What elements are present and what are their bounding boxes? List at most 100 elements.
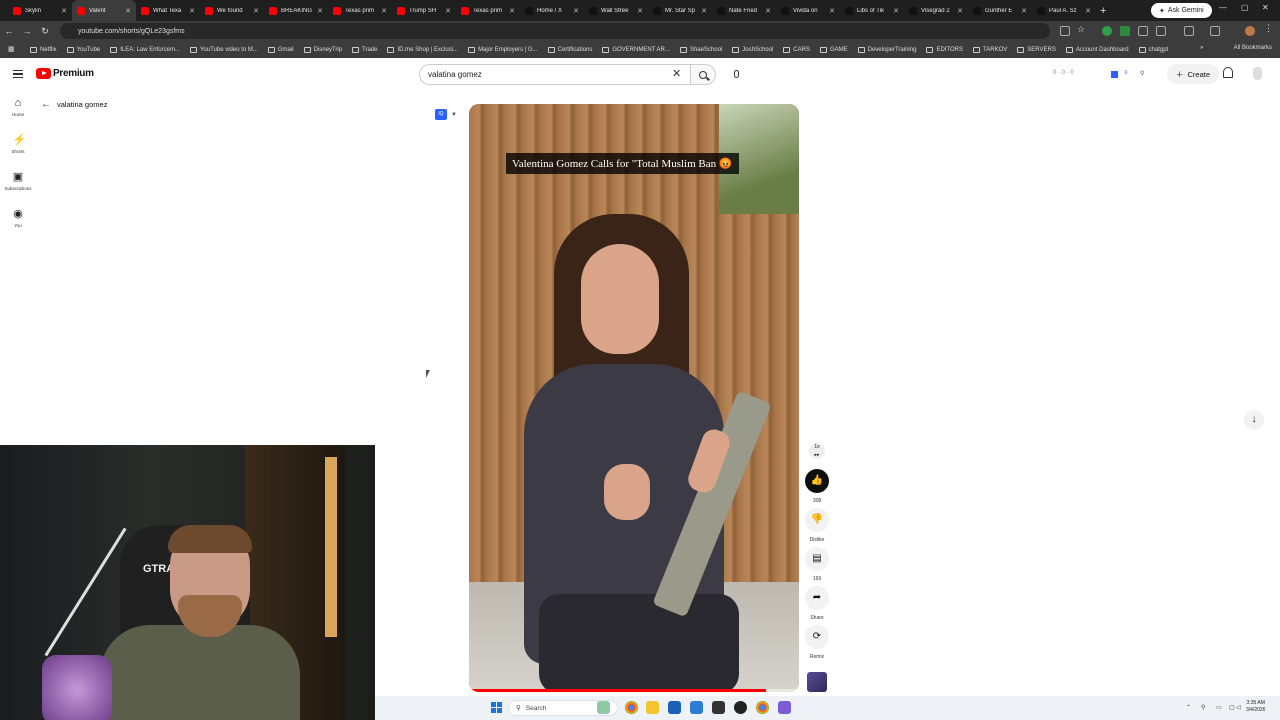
bookmark-item[interactable]: SERVERS	[1017, 46, 1056, 53]
guide-item-shorts[interactable]: ⚡ Shorts	[0, 135, 36, 155]
close-tab-icon[interactable]: ✕	[509, 7, 515, 15]
bookmark-item[interactable]: JoshSchool	[732, 46, 773, 53]
ask-gemini-button[interactable]: ✦ Ask Gemini	[1151, 3, 1212, 18]
split-view-icon[interactable]	[1184, 26, 1194, 36]
search-button[interactable]	[691, 64, 716, 85]
notifications-bell-icon[interactable]	[1222, 67, 1233, 79]
close-tab-icon[interactable]: ✕	[573, 7, 579, 15]
apps-grid-icon[interactable]: ▦	[8, 45, 15, 53]
close-tab-icon[interactable]: ✕	[317, 7, 323, 15]
network-icon[interactable]: ▢	[1229, 704, 1235, 711]
bookmark-item[interactable]: Netflix	[30, 46, 57, 53]
url-field[interactable]: youtube.com/shorts/gQLe23gsfms	[60, 23, 1050, 39]
bookmark-item[interactable]: ID.me Shop | Exclusi...	[387, 46, 458, 53]
volume-icon[interactable]: ◁	[1236, 704, 1241, 711]
close-tab-icon[interactable]: ✕	[445, 7, 451, 15]
bookmark-item[interactable]: Major Employers | G...	[468, 46, 538, 53]
tray-display-icon[interactable]: ▭	[1216, 704, 1222, 711]
bookmark-item[interactable]: Trade	[352, 46, 377, 53]
minimize-icon[interactable]: —	[1219, 3, 1227, 12]
browser-tab[interactable]: Gunther E ✕	[968, 0, 1032, 21]
tray-app-icon[interactable]: ⚲	[1201, 704, 1205, 711]
browser-tab[interactable]: BREAKING ✕	[264, 0, 328, 21]
guide-item-you[interactable]: ◉ You	[0, 209, 36, 229]
share-button[interactable]: ➦ Share	[803, 586, 831, 621]
close-tab-icon[interactable]: ✕	[765, 7, 771, 15]
browser-tab[interactable]: Valent ✕	[72, 0, 136, 21]
guide-item-subscriptions[interactable]: ▣ Subscriptions	[0, 172, 36, 192]
app-black-icon[interactable]	[734, 701, 747, 714]
search-back-row[interactable]: ← valatina gomez	[41, 99, 107, 110]
bookmark-item[interactable]: YouTube	[66, 46, 100, 53]
browser-tab[interactable]: Vivida on ✕	[776, 0, 840, 21]
extension-green-icon[interactable]	[1102, 26, 1112, 36]
close-tab-icon[interactable]: ✕	[893, 7, 899, 15]
bookmark-item[interactable]: DisneyTrip	[303, 46, 342, 53]
browser-tab[interactable]: What Texa ✕	[136, 0, 200, 21]
remix-button[interactable]: ⟳ Remix	[803, 625, 831, 660]
bookmark-item[interactable]: TARKOV	[973, 46, 1007, 53]
close-tab-icon[interactable]: ✕	[957, 7, 963, 15]
more-bookmarks-icon[interactable]: »	[1200, 45, 1203, 51]
create-button[interactable]: ＋ Create	[1167, 64, 1220, 84]
browser-tab[interactable]: Visegrád 2 ✕	[904, 0, 968, 21]
browser-tab[interactable]: Paul A. Sz ✕	[1032, 0, 1096, 21]
bookmark-item[interactable]: Account Dashboard	[1065, 46, 1129, 53]
youtube-logo-icon[interactable]	[36, 68, 51, 79]
playback-speed-button[interactable]: 1x ▸▸	[809, 443, 825, 459]
app-blue-icon[interactable]	[690, 701, 703, 714]
close-tab-icon[interactable]: ✕	[829, 7, 835, 15]
youtube-brand[interactable]: Premium	[53, 68, 94, 79]
close-tab-icon[interactable]: ✕	[381, 7, 387, 15]
bookmark-item[interactable]: EDITORS	[926, 46, 963, 53]
next-short-button[interactable]: ↓	[1244, 410, 1264, 430]
bookmark-item[interactable]: GAME	[819, 46, 848, 53]
clear-search-icon[interactable]: ✕	[672, 67, 681, 80]
account-avatar[interactable]	[1253, 67, 1262, 80]
dislike-button[interactable]: 👎 Dislike	[803, 508, 831, 543]
sound-thumbnail[interactable]	[807, 672, 827, 692]
like-button[interactable]: 👍 308	[803, 469, 831, 504]
browser-tab[interactable]: Wall Stree ✕	[584, 0, 648, 21]
browser-tab[interactable]: Home / X ✕	[520, 0, 584, 21]
guide-item-home[interactable]: ⌂ Home	[0, 98, 36, 118]
extension-blue-icon[interactable]	[1111, 71, 1118, 78]
comments-button[interactable]: ▤ 169	[803, 547, 831, 582]
taskbar-clock[interactable]: 3:35 AM 3/4/2026	[1246, 700, 1265, 714]
bookmark-item[interactable]: Certifications	[547, 46, 592, 53]
back-icon[interactable]: ←	[0, 26, 18, 36]
settings-gear-icon[interactable]	[712, 701, 725, 714]
new-tab-icon[interactable]: +	[1100, 5, 1106, 17]
bookmark-item[interactable]: Gmail	[267, 46, 294, 53]
hamburger-menu-icon[interactable]	[13, 70, 23, 78]
close-tab-icon[interactable]: ✕	[61, 7, 67, 15]
browser-tab[interactable]: Libs of Tik ✕	[840, 0, 904, 21]
close-tab-icon[interactable]: ✕	[125, 7, 131, 15]
close-tab-icon[interactable]: ✕	[1021, 7, 1027, 15]
browser-tab[interactable]: Texas prim ✕	[328, 0, 392, 21]
browser-menu-icon[interactable]: ⋮	[1264, 23, 1274, 33]
player-extension-control[interactable]: iQ ▼	[435, 109, 457, 120]
bookmark-item[interactable]: CARS	[783, 46, 810, 53]
close-tab-icon[interactable]: ✕	[189, 7, 195, 15]
video-progress-bar[interactable]	[469, 689, 799, 692]
profile-avatar-icon[interactable]	[1245, 26, 1255, 36]
extension-pin-icon[interactable]: ⚲	[1140, 70, 1144, 77]
extensions-icon[interactable]	[1156, 26, 1166, 36]
browser-tab[interactable]: Texas prim ✕	[456, 0, 520, 21]
close-window-icon[interactable]: ✕	[1262, 3, 1269, 12]
close-tab-icon[interactable]: ✕	[253, 7, 259, 15]
extension-sheet-icon[interactable]	[1120, 26, 1130, 36]
windows-start-icon[interactable]	[491, 702, 502, 713]
browser-tab[interactable]: Mr. Star Sp ✕	[648, 0, 712, 21]
audio-icon[interactable]	[1138, 26, 1148, 36]
all-bookmarks-button[interactable]: All Bookmarks	[1234, 45, 1272, 51]
bookmark-item[interactable]: DeveloperTraining	[857, 46, 916, 53]
back-arrow-icon[interactable]: ←	[41, 99, 51, 110]
short-video-player[interactable]: Valentina Gomez Calls for "Total Muslim …	[469, 104, 799, 692]
browser-tab[interactable]: We found ✕	[200, 0, 264, 21]
bookmark-item[interactable]: YouTube video to M...	[189, 46, 258, 53]
search-input[interactable]: valatina gomez	[419, 64, 691, 85]
chrome-profile-icon[interactable]	[756, 701, 769, 714]
widgets-icon[interactable]	[597, 701, 610, 714]
